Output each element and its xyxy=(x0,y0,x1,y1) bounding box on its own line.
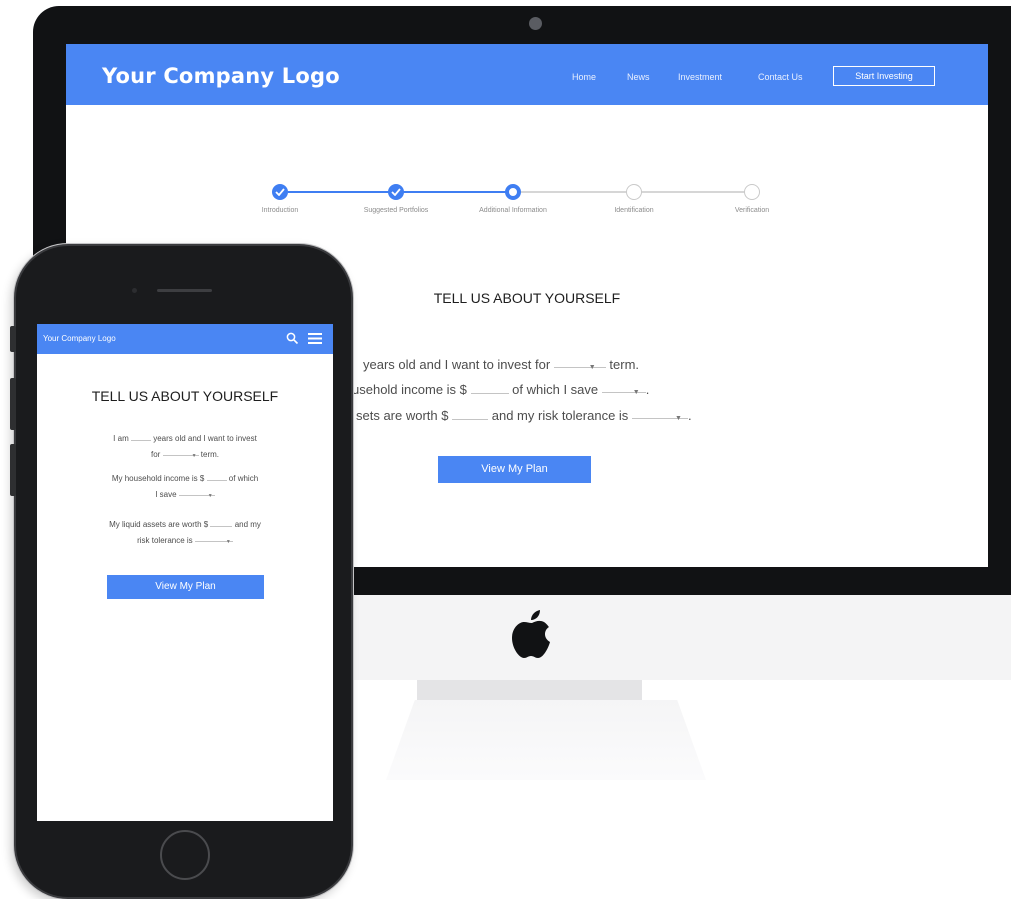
mobile-term-select[interactable]: ▼ xyxy=(162,447,199,459)
form-text: risk tolerance is xyxy=(137,536,193,545)
start-investing-button[interactable]: Start Investing xyxy=(833,66,935,86)
mobile-income-input[interactable] xyxy=(206,472,227,481)
form-text: sets are worth $ xyxy=(356,408,449,423)
mobile-form-line-age: I am years old and I want to invest for … xyxy=(67,431,303,463)
phone-home-button[interactable] xyxy=(160,830,210,880)
chevron-down-icon: ▼ xyxy=(225,539,231,545)
form-text: usehold income is $ xyxy=(352,382,467,397)
mobile-view-my-plan-button[interactable]: View My Plan xyxy=(107,575,264,599)
form-text: for xyxy=(150,450,161,459)
phone-side-button xyxy=(10,326,16,352)
form-text: and my risk tolerance is xyxy=(491,408,629,423)
view-my-plan-button[interactable]: View My Plan xyxy=(438,456,591,483)
mobile-risk-tolerance-select[interactable]: ▼ xyxy=(194,533,233,545)
search-icon[interactable] xyxy=(286,332,299,345)
chevron-down-icon: ▼ xyxy=(588,364,596,371)
form-text: I save xyxy=(155,490,177,499)
step-additional-info-label: Additional Information xyxy=(479,207,547,214)
mobile-age-input[interactable] xyxy=(130,432,151,441)
mobile-form-title: TELL US ABOUT YOURSELF xyxy=(91,388,279,404)
form-line-age: years old and I want to invest for ▼ ter… xyxy=(363,357,639,372)
check-icon xyxy=(391,188,401,196)
apple-logo-icon xyxy=(512,610,550,658)
form-text: term. xyxy=(609,357,640,372)
phone-speaker xyxy=(157,289,212,292)
monitor-camera xyxy=(529,17,542,30)
mobile-form-line-assets: My liquid assets are worth $ and my risk… xyxy=(67,517,303,549)
mobile-save-select[interactable]: ▼ xyxy=(178,487,215,499)
form-text: term. xyxy=(200,450,220,459)
step-identification-label: Identification xyxy=(614,207,654,214)
income-input[interactable] xyxy=(470,383,509,394)
stepper-line-complete xyxy=(288,191,520,193)
step-verification-label: Verification xyxy=(734,207,770,214)
menu-icon[interactable] xyxy=(308,332,322,345)
step-identification-dot xyxy=(626,184,642,200)
nav-home-link[interactable]: Home xyxy=(572,72,596,82)
form-text: . xyxy=(687,408,692,423)
mobile-company-logo[interactable]: Your Company Logo xyxy=(43,334,116,343)
nav-contact-link[interactable]: Contact Us xyxy=(758,72,803,82)
nav-news-link[interactable]: News xyxy=(627,72,650,82)
form-text: years old and I want to invest for xyxy=(363,357,551,372)
nav-investment-link[interactable]: Investment xyxy=(678,72,722,82)
assets-input[interactable] xyxy=(452,409,489,420)
phone-camera xyxy=(132,288,137,293)
form-text: of which I save xyxy=(512,382,599,397)
company-logo[interactable]: Your Company Logo xyxy=(102,64,340,88)
form-text: years old and I want to invest xyxy=(153,434,257,443)
step-verification-dot xyxy=(744,184,760,200)
mobile-header: Your Company Logo xyxy=(37,324,333,354)
chevron-down-icon: ▼ xyxy=(191,453,197,459)
form-text: My liquid assets are worth $ xyxy=(109,520,209,529)
form-line-income: usehold income is $ of which I save ▼. xyxy=(352,382,649,397)
mobile-screen: Your Company Logo TELL US ABOUT YOURSELF… xyxy=(37,324,333,821)
risk-tolerance-select[interactable]: ▼ xyxy=(631,408,688,422)
step-introduction-dot[interactable] xyxy=(272,184,288,200)
mobile-assets-input[interactable] xyxy=(210,518,233,527)
step-portfolios-label: Suggested Portfolios xyxy=(363,207,429,214)
chevron-down-icon: ▼ xyxy=(632,389,640,396)
phone-side-button xyxy=(10,444,16,496)
check-icon xyxy=(275,188,285,196)
term-select[interactable]: ▼ xyxy=(553,357,606,371)
desktop-header: Your Company Logo Home News Investment C… xyxy=(66,44,988,105)
step-portfolios-dot[interactable] xyxy=(388,184,404,200)
form-text: of which xyxy=(228,474,259,483)
step-introduction-label: Introduction xyxy=(261,207,299,214)
progress-stepper: Introduction Suggested Portfolios Additi… xyxy=(66,180,988,240)
mobile-form-line-income: My household income is $ of which I save… xyxy=(67,471,303,503)
chevron-down-icon: ▼ xyxy=(674,415,682,422)
form-text: and my xyxy=(234,520,261,529)
form-line-assets: sets are worth $ and my risk tolerance i… xyxy=(356,408,692,423)
monitor-stand-neck xyxy=(417,680,642,700)
step-additional-info-dot[interactable] xyxy=(505,184,521,200)
form-text: . xyxy=(645,382,650,397)
chevron-down-icon: ▼ xyxy=(207,493,213,499)
save-select[interactable]: ▼ xyxy=(601,382,646,396)
monitor-stand-base xyxy=(386,700,706,780)
phone-side-button xyxy=(10,378,16,430)
form-text: I am xyxy=(113,434,129,443)
form-text: My household income is $ xyxy=(111,474,205,483)
